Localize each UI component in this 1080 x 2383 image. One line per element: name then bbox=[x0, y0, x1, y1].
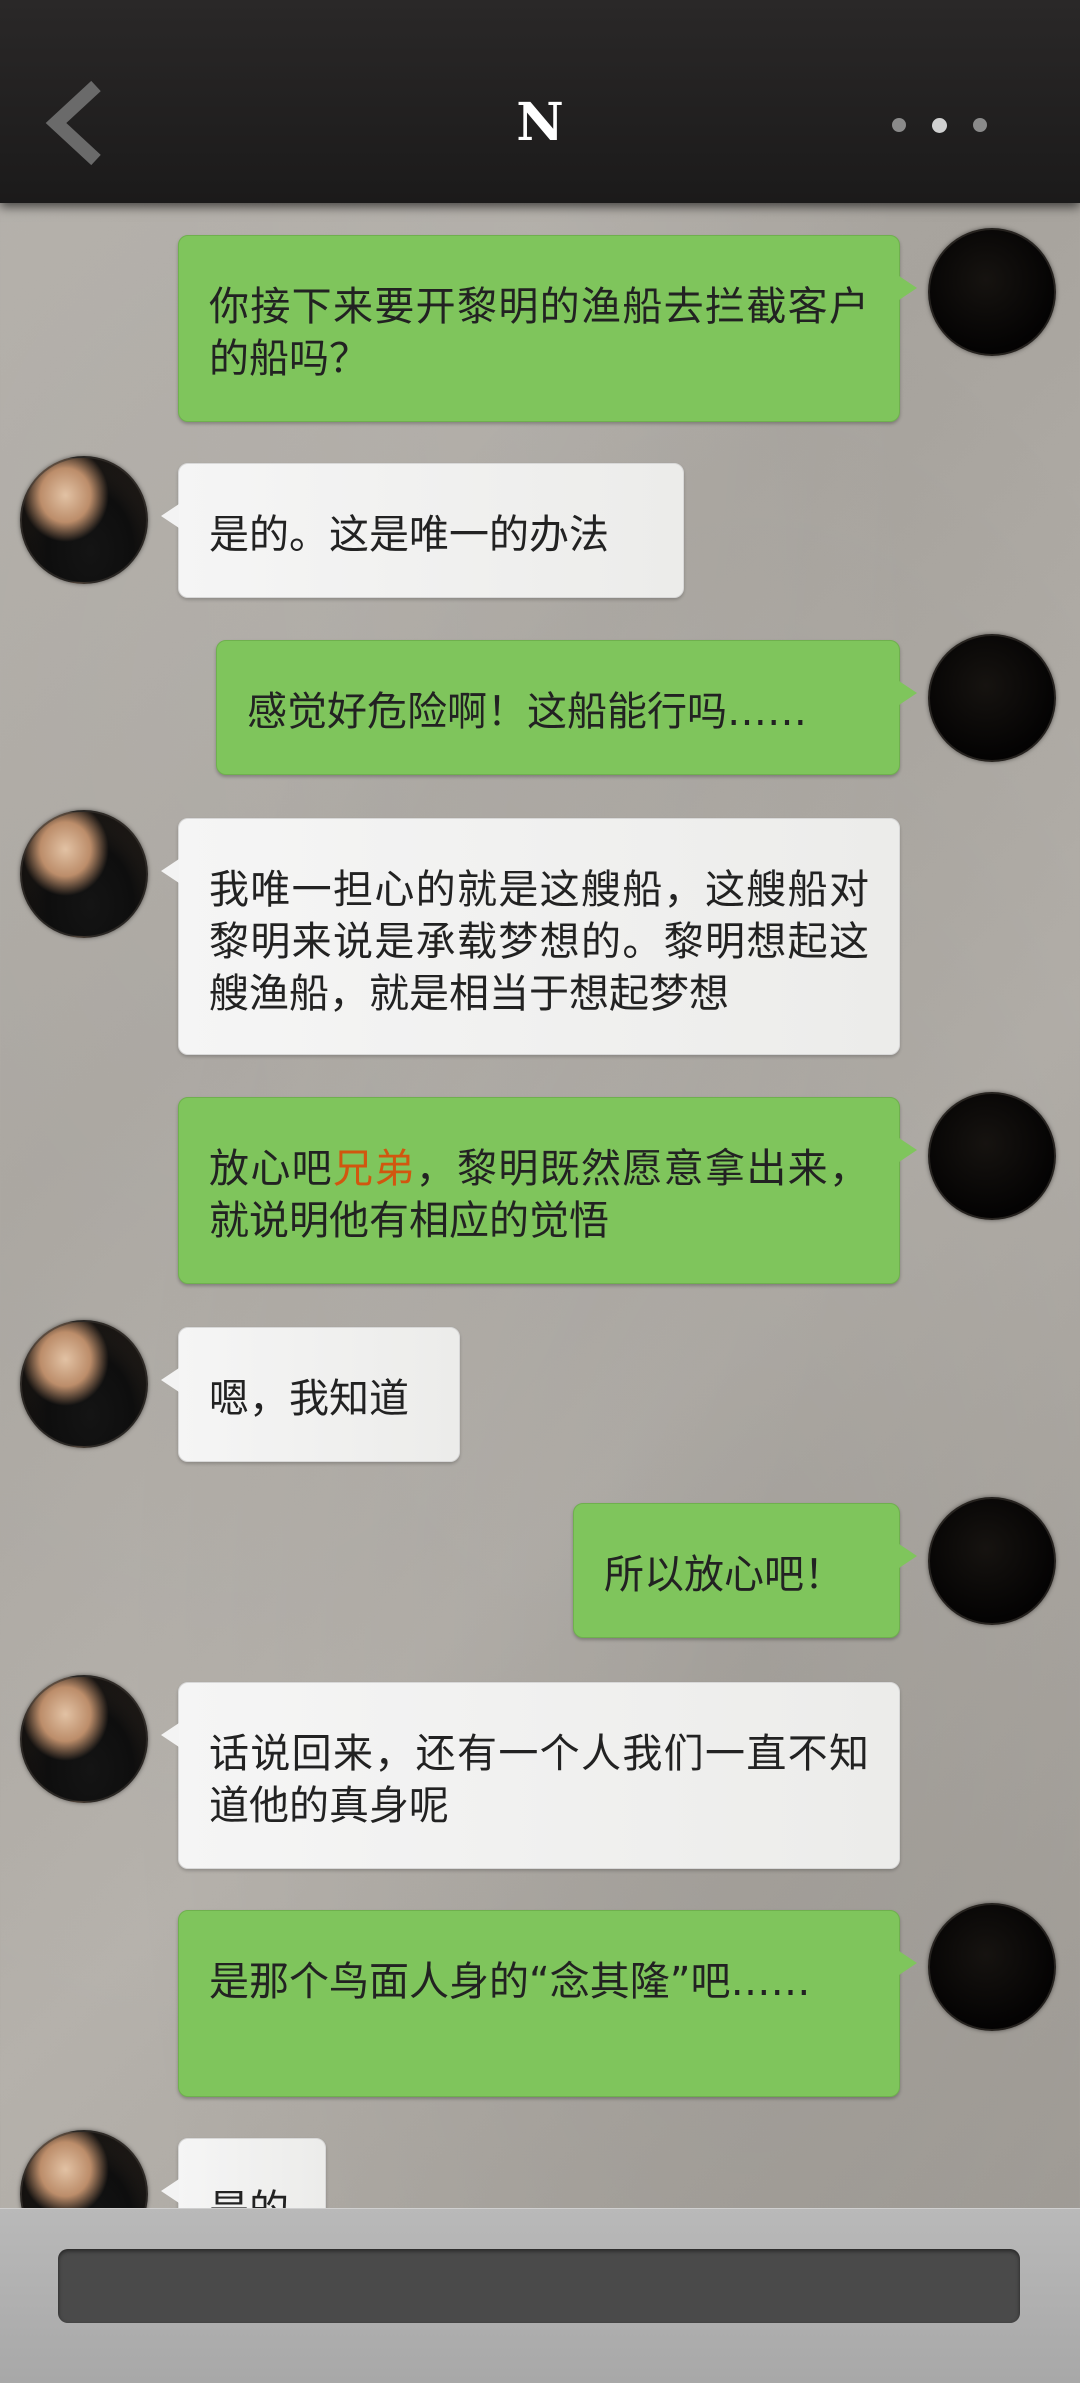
contact-avatar[interactable] bbox=[20, 1675, 148, 1803]
self-avatar[interactable] bbox=[928, 1903, 1056, 2031]
self-avatar[interactable] bbox=[928, 634, 1056, 762]
bottom-bar bbox=[0, 2208, 1080, 2383]
message-bubble-other[interactable]: 是的。这是唯一的办法 bbox=[161, 463, 684, 598]
message-bubble-other[interactable]: 嗯，我知道 bbox=[161, 1327, 460, 1462]
message-input[interactable] bbox=[58, 2249, 1020, 2323]
top-bar: N bbox=[0, 0, 1080, 203]
contact-avatar[interactable] bbox=[20, 456, 148, 584]
dot-icon bbox=[932, 117, 947, 133]
message-text: 话说回来，还有一个人我们一直不知道他的真身呢 bbox=[209, 1731, 869, 1829]
message-bubble-other[interactable]: 话说回来，还有一个人我们一直不知道他的真身呢 bbox=[161, 1682, 900, 1869]
message-text: 所以放心吧！ bbox=[604, 1552, 844, 1598]
message-text: 你接下来要开黎明的渔船去拦截客户的船吗？ bbox=[209, 284, 869, 382]
message-text: 是的。这是唯一的办法 bbox=[209, 512, 609, 558]
dot-icon bbox=[892, 118, 906, 132]
contact-avatar[interactable] bbox=[20, 810, 148, 938]
highlighted-text: 兄弟 bbox=[333, 1146, 416, 1192]
message-text: 放心吧 bbox=[209, 1146, 333, 1192]
message-text: 是那个鸟面人身的“念其隆”吧…… bbox=[209, 1959, 811, 2005]
self-avatar[interactable] bbox=[928, 1092, 1056, 1220]
message-text: 嗯，我知道 bbox=[209, 1376, 409, 1422]
self-avatar[interactable] bbox=[928, 1497, 1056, 1625]
self-avatar[interactable] bbox=[928, 228, 1056, 356]
message-bubble-self[interactable]: 所以放心吧！ bbox=[573, 1503, 917, 1638]
message-bubble-self[interactable]: 放心吧兄弟，黎明既然愿意拿出来，就说明他有相应的觉悟 bbox=[178, 1097, 917, 1284]
message-bubble-self[interactable]: 你接下来要开黎明的渔船去拦截客户的船吗？ bbox=[178, 235, 917, 422]
message-text: 我唯一担心的就是这艘船，这艘船对黎明来说是承载梦想的。黎明想起这艘渔船，就是相当… bbox=[209, 867, 869, 1017]
message-text: 感觉好危险啊！这船能行吗…… bbox=[247, 689, 807, 735]
message-bubble-self[interactable]: 感觉好危险啊！这船能行吗…… bbox=[216, 640, 917, 775]
message-bubble-other[interactable]: 我唯一担心的就是这艘船，这艘船对黎明来说是承载梦想的。黎明想起这艘渔船，就是相当… bbox=[161, 818, 900, 1055]
dot-icon bbox=[973, 118, 987, 132]
more-options-button[interactable] bbox=[892, 112, 992, 138]
contact-avatar[interactable] bbox=[20, 1320, 148, 1448]
message-bubble-self[interactable]: 是那个鸟面人身的“念其隆”吧…… bbox=[178, 1910, 917, 2097]
